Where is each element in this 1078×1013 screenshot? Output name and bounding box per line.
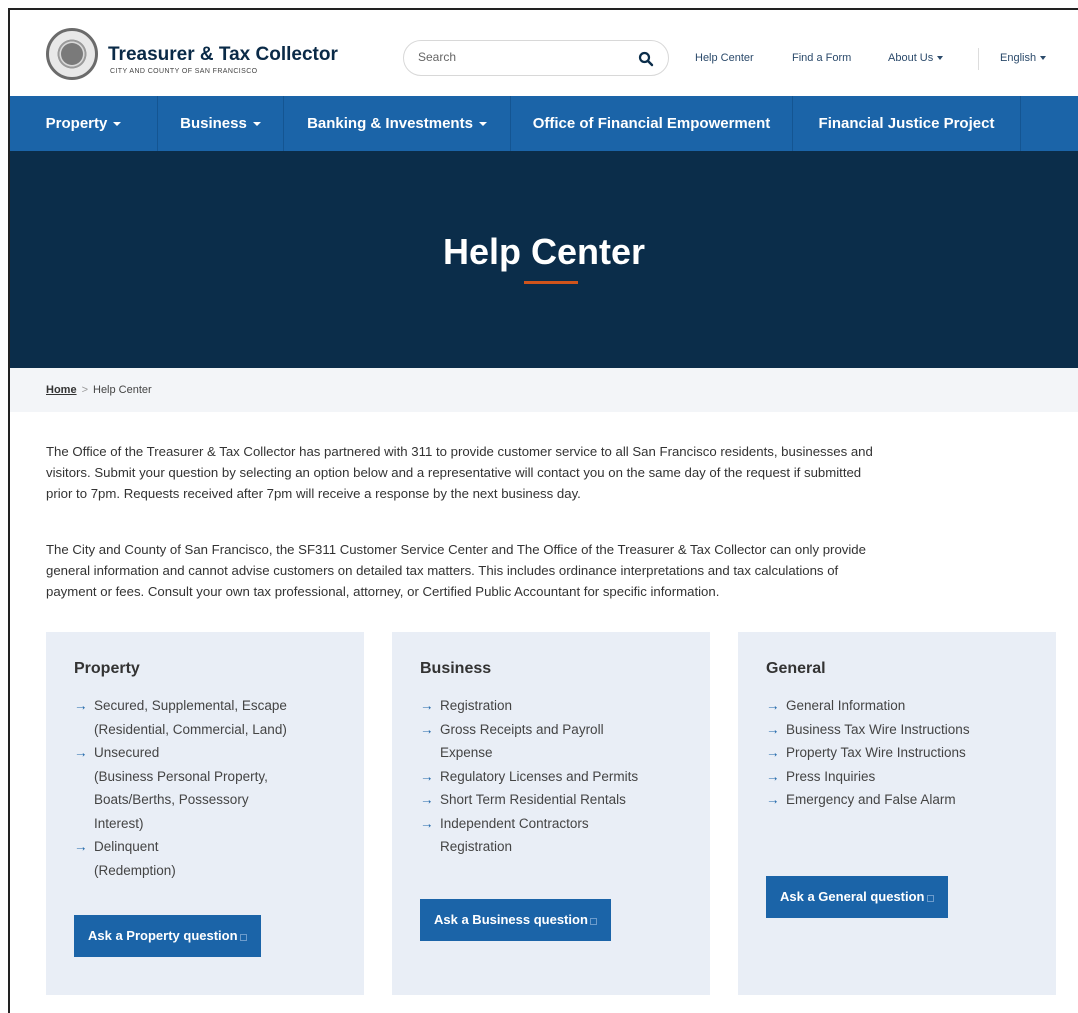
topic-detail: (Redemption): [94, 862, 176, 878]
topic-label: Emergency and False Alarm: [786, 792, 956, 807]
topic-link[interactable]: Regulatory Licenses and Permits: [420, 765, 690, 789]
help-center-link[interactable]: Help Center: [695, 52, 754, 64]
topic-label: Press Inquiries: [786, 768, 876, 784]
intro-line: payment or fees. Consult your own tax pr…: [46, 584, 720, 599]
topic-link[interactable]: Registration: [420, 694, 690, 718]
caret-down-icon: [1040, 56, 1047, 61]
search-box: [403, 40, 669, 76]
topic-link[interactable]: Emergency and False Alarm: [766, 788, 1036, 812]
search-icon[interactable]: [638, 51, 654, 67]
external-link-icon: [239, 934, 247, 941]
topic-link[interactable]: General Information: [766, 694, 1036, 718]
topic-label: Independent Contractors: [440, 815, 589, 831]
about-us-menu[interactable]: About Us: [888, 52, 944, 64]
general-topic-list: General Information Business Tax Wire Ins…: [766, 694, 1036, 812]
topic-label: Property Tax Wire Instructions: [786, 745, 966, 760]
nav-banking[interactable]: Banking & Investments: [284, 96, 511, 151]
site-subtitle: CITY AND COUNTY OF SAN FRANCISCO: [110, 68, 258, 75]
nav-empowerment[interactable]: Office of Financial Empowerment: [511, 96, 793, 151]
general-card: General General Information Business Tax …: [738, 632, 1056, 995]
nav-property[interactable]: Property: [10, 96, 158, 151]
caret-down-icon: [937, 56, 944, 61]
external-link-icon: [589, 918, 597, 925]
property-topic-list: Secured, Supplemental, Escape (Residentia…: [74, 694, 344, 882]
topic-label: Secured, Supplemental, Escape: [94, 698, 287, 713]
business-topic-list: Registration Gross Receipts and Payroll Ex…: [420, 694, 690, 859]
hero-banner: Help Center: [10, 151, 1078, 368]
breadcrumb: Home > Help Center: [10, 368, 1078, 412]
topic-link[interactable]: Gross Receipts and Payroll Expense: [420, 718, 690, 765]
ask-general-question-button[interactable]: Ask a General question: [766, 876, 948, 918]
page-title: Help Center: [442, 231, 646, 272]
topic-label: Regulatory Licenses and Permits: [440, 768, 639, 784]
topic-detail: (Residential, Commercial, Land): [94, 721, 287, 737]
topic-link[interactable]: Press Inquiries: [766, 765, 1036, 789]
topic-link[interactable]: Short Term Residential Rentals: [420, 788, 690, 812]
language-menu[interactable]: English: [1000, 52, 1047, 64]
breadcrumb-current: Help Center: [93, 384, 152, 396]
topic-label: Delinquent: [94, 839, 159, 854]
card-title: General: [766, 660, 826, 677]
topic-detail: Interest): [94, 815, 144, 831]
search-input[interactable]: [418, 50, 618, 64]
nav-property-label: Property: [45, 115, 108, 132]
topic-link[interactable]: Property Tax Wire Instructions: [766, 741, 1036, 765]
intro-line: prior to 7pm. Requests received after 7p…: [46, 486, 581, 501]
intro-line: The City and County of San Francisco, th…: [46, 542, 866, 557]
intro-line: The Office of the Treasurer & Tax Collec…: [46, 444, 873, 459]
intro-paragraph-2: The City and County of San Francisco, th…: [46, 539, 1046, 602]
topic-label: Registration: [440, 698, 513, 713]
nav-business[interactable]: Business: [158, 96, 284, 151]
button-label: Ask a General question: [780, 889, 925, 904]
breadcrumb-home-link[interactable]: Home: [46, 384, 77, 396]
card-title: Business: [420, 660, 492, 677]
external-link-icon: [926, 895, 934, 902]
nav-banking-label: Banking & Investments: [307, 115, 473, 132]
business-card: Business Registration Gross Receipts and …: [392, 632, 710, 995]
ask-business-question-button[interactable]: Ask a Business question: [420, 899, 611, 941]
topic-detail: Boats/Berths, Possessory: [94, 792, 249, 807]
button-label: Ask a Business question: [434, 912, 588, 927]
topic-label: General Information: [786, 698, 906, 713]
divider: [978, 48, 979, 70]
ask-property-question-button[interactable]: Ask a Property question: [74, 915, 261, 957]
caret-down-icon: [113, 122, 122, 127]
button-label: Ask a Property question: [88, 928, 238, 943]
topic-link[interactable]: Secured, Supplemental, Escape (Residentia…: [74, 694, 344, 741]
title-underline: [524, 281, 578, 284]
topic-label: Gross Receipts and Payroll: [440, 721, 604, 737]
topic-link[interactable]: Delinquent (Redemption): [74, 835, 344, 882]
about-us-label: About Us: [888, 52, 934, 64]
topic-label: Unsecured: [94, 745, 160, 760]
language-label: English: [1000, 52, 1037, 64]
city-seal-logo[interactable]: [46, 28, 98, 80]
site-header: Treasurer & Tax Collector CITY AND COUNT…: [10, 10, 1078, 96]
topic-link[interactable]: Business Tax Wire Instructions: [766, 718, 1036, 742]
caret-down-icon: [478, 122, 487, 127]
topic-link[interactable]: Independent Contractors Registration: [420, 812, 690, 859]
breadcrumb-separator: >: [81, 384, 88, 396]
site-title[interactable]: Treasurer & Tax Collector: [108, 44, 338, 66]
topic-detail: (Business Personal Property,: [94, 768, 268, 784]
card-title: Property: [74, 660, 140, 677]
main-nav: Property Business Banking & Investments …: [10, 96, 1078, 151]
caret-down-icon: [252, 122, 261, 127]
intro-line: general information and cannot advise cu…: [46, 563, 839, 578]
browser-viewport: Treasurer & Tax Collector CITY AND COUNT…: [8, 8, 1078, 1013]
intro-line: visitors. Submit your question by select…: [46, 465, 862, 480]
topic-label: Business Tax Wire Instructions: [786, 721, 970, 737]
topic-detail: Expense: [440, 745, 493, 760]
topic-link[interactable]: Unsecured (Business Personal Property, Boa…: [74, 741, 344, 835]
find-form-link[interactable]: Find a Form: [792, 52, 851, 64]
topic-detail: Registration: [440, 839, 513, 854]
topic-label: Short Term Residential Rentals: [440, 792, 626, 807]
property-card: Property Secured, Supplemental, Escape (R…: [46, 632, 364, 995]
nav-business-label: Business: [180, 115, 247, 132]
nav-justice[interactable]: Financial Justice Project: [793, 96, 1021, 151]
intro-paragraph-1: The Office of the Treasurer & Tax Collec…: [46, 441, 1046, 504]
